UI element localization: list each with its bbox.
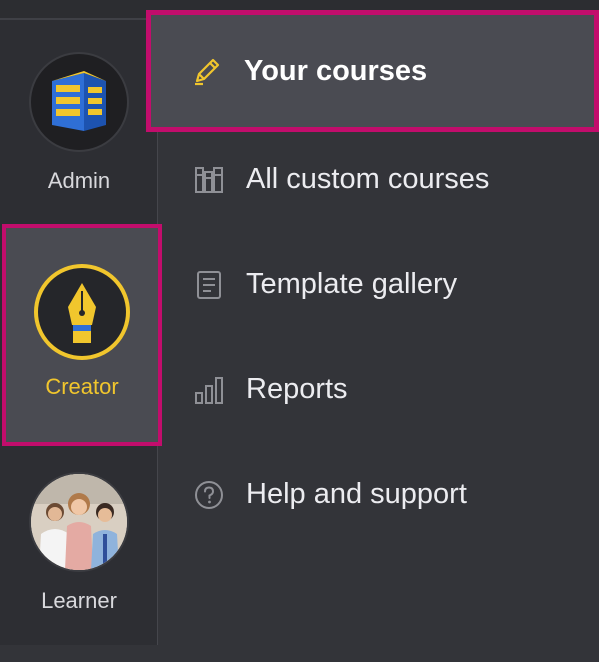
menu-item-your-courses[interactable]: Your courses bbox=[146, 10, 599, 132]
learner-avatar bbox=[29, 472, 129, 572]
menu-item-all-custom-courses[interactable]: All custom courses bbox=[158, 127, 599, 232]
menu-item-label: Template gallery bbox=[246, 268, 458, 300]
creator-menu: Your courses All custom courses Template bbox=[146, 10, 599, 645]
help-icon bbox=[192, 478, 226, 512]
menu-item-label: All custom courses bbox=[246, 163, 490, 195]
role-admin[interactable]: Admin bbox=[0, 52, 158, 242]
role-switcher: Admin Creator Learner bbox=[0, 20, 162, 645]
menu-item-label: Your courses bbox=[244, 54, 428, 87]
menu-item-template-gallery[interactable]: Template gallery bbox=[158, 232, 599, 337]
role-label: Admin bbox=[47, 168, 111, 193]
menu-item-help-and-support[interactable]: Help and support bbox=[158, 442, 599, 547]
menu-item-label: Reports bbox=[246, 373, 348, 405]
role-label: Creator bbox=[45, 374, 119, 399]
document-icon bbox=[192, 268, 226, 302]
role-creator[interactable]: Creator bbox=[2, 224, 162, 446]
pen-nib-icon bbox=[34, 264, 130, 360]
building-icon bbox=[29, 52, 129, 152]
bar-chart-icon bbox=[192, 373, 226, 407]
menu-item-label: Help and support bbox=[246, 478, 467, 510]
role-label: Learner bbox=[41, 588, 117, 613]
library-icon bbox=[192, 163, 226, 197]
menu-item-reports[interactable]: Reports bbox=[158, 337, 599, 442]
pencil-icon bbox=[190, 54, 224, 88]
role-learner[interactable]: Learner bbox=[0, 472, 158, 662]
